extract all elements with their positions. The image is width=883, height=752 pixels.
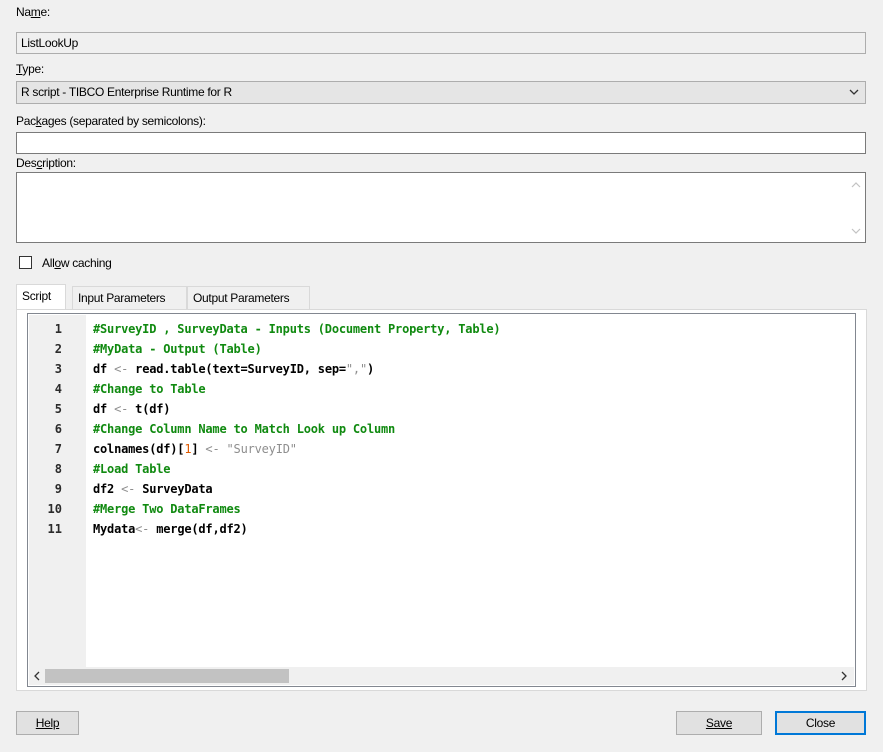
allow-caching-label: Allow caching xyxy=(42,256,112,270)
line-number: 10 xyxy=(47,502,62,516)
tab-output-parameters[interactable]: Output Parameters xyxy=(187,286,310,310)
line-number: 4 xyxy=(54,382,62,396)
code-line: #Merge Two DataFrames xyxy=(93,502,241,516)
line-number: 1 xyxy=(54,322,62,336)
scroll-left-icon[interactable] xyxy=(33,671,41,681)
line-number: 5 xyxy=(54,402,62,416)
code-line: #Change to Table xyxy=(93,382,206,396)
code-line: Mydata<- merge(df,df2) xyxy=(93,522,248,536)
script-tab-panel: 1 2 3 4 5 6 7 8 9 10 11 #SurveyID , Surv… xyxy=(16,309,867,691)
close-button[interactable]: Close xyxy=(775,711,866,735)
scroll-right-icon[interactable] xyxy=(840,671,848,681)
tab-script[interactable]: Script xyxy=(16,284,66,310)
save-button-label: Save xyxy=(705,716,733,730)
save-button[interactable]: Save xyxy=(676,711,762,735)
scroll-up-icon[interactable] xyxy=(851,181,861,189)
code-line: df <- t(df) xyxy=(93,402,171,416)
line-number: 7 xyxy=(54,442,62,456)
scrollbar-thumb[interactable] xyxy=(45,669,289,683)
help-button[interactable]: Help xyxy=(16,711,79,735)
name-value: ListLookUp xyxy=(21,36,79,50)
type-label: Type: xyxy=(16,62,44,76)
code-line: #SurveyID , SurveyData - Inputs (Documen… xyxy=(93,322,501,336)
name-label: Name: xyxy=(16,5,50,19)
close-button-label: Close xyxy=(805,716,836,730)
name-label-text: Name: xyxy=(16,5,50,19)
code-line: #Change Column Name to Match Look up Col… xyxy=(93,422,396,436)
packages-input[interactable] xyxy=(16,132,866,154)
description-label: Description: xyxy=(16,156,76,170)
type-select[interactable]: R script - TIBCO Enterprise Runtime for … xyxy=(16,81,866,104)
line-number: 8 xyxy=(54,462,62,476)
line-number: 2 xyxy=(54,342,62,356)
code-line: #MyData - Output (Table) xyxy=(93,342,262,356)
code-line: colnames(df)[1] <- "SurveyID" xyxy=(93,442,297,456)
scroll-down-icon[interactable] xyxy=(851,227,861,235)
name-field[interactable]: ListLookUp xyxy=(16,32,866,54)
description-textarea[interactable] xyxy=(16,172,866,243)
line-number: 9 xyxy=(54,482,62,496)
code-line: df2 <- SurveyData xyxy=(93,482,213,496)
line-number: 11 xyxy=(47,522,62,536)
packages-label: Packages (separated by semicolons): xyxy=(16,114,206,128)
script-editor[interactable]: 1 2 3 4 5 6 7 8 9 10 11 #SurveyID , Surv… xyxy=(27,313,856,687)
code-line: df <- read.table(text=SurveyID, sep=",") xyxy=(93,362,375,376)
code-line: #Load Table xyxy=(93,462,171,476)
type-selected-value: R script - TIBCO Enterprise Runtime for … xyxy=(21,85,232,99)
line-number: 6 xyxy=(54,422,62,436)
line-number: 3 xyxy=(54,362,62,376)
allow-caching-checkbox[interactable] xyxy=(19,256,32,269)
horizontal-scrollbar[interactable] xyxy=(29,667,854,685)
help-button-label: Help xyxy=(35,716,60,730)
tab-input-parameters[interactable]: Input Parameters xyxy=(72,286,187,310)
chevron-down-icon xyxy=(849,89,859,95)
